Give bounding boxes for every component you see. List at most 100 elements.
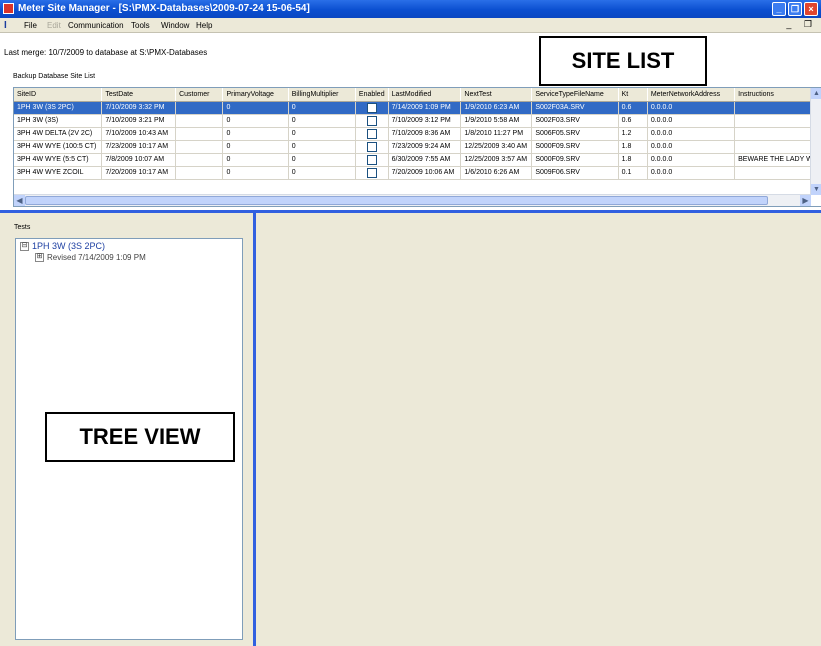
column-header-meternetworkaddress[interactable]: MeterNetworkAddress xyxy=(647,88,736,102)
cell-billingmultiplier[interactable]: 0 xyxy=(288,166,356,180)
cell-siteid[interactable]: 3PH 4W WYE (5:5 CT) xyxy=(14,153,103,167)
column-header-billingmultiplier[interactable]: BillingMultiplier xyxy=(288,88,356,102)
cell-primaryvoltage[interactable]: 0 xyxy=(222,114,289,128)
cell-instructions[interactable] xyxy=(734,140,821,154)
cell-lastmodified[interactable]: 7/14/2009 1:09 PM xyxy=(388,101,462,115)
scroll-down-icon[interactable]: ▼ xyxy=(811,184,821,195)
cell-meternetworkaddress[interactable]: 0.0.0.0 xyxy=(647,101,736,115)
cell-customer[interactable] xyxy=(175,101,224,115)
cell-lastmodified[interactable]: 7/23/2009 9:24 AM xyxy=(388,140,462,154)
column-header-customer[interactable]: Customer xyxy=(175,88,224,102)
cell-servicetypefilename[interactable]: S002F03.SRV xyxy=(531,114,619,128)
cell-testdate[interactable]: 7/8/2009 10:07 AM xyxy=(101,153,177,167)
menu-help[interactable]: Help xyxy=(196,21,212,30)
mdi-document-icon[interactable]: I xyxy=(4,20,7,31)
cell-kt[interactable]: 1.8 xyxy=(618,140,648,154)
cell-meternetworkaddress[interactable]: 0.0.0.0 xyxy=(647,127,736,141)
column-header-instructions[interactable]: Instructions xyxy=(734,88,821,102)
cell-kt[interactable]: 1.8 xyxy=(618,153,648,167)
cell-kt[interactable]: 0.1 xyxy=(618,166,648,180)
cell-instructions[interactable] xyxy=(734,101,821,115)
enabled-checkbox[interactable] xyxy=(366,154,377,165)
scroll-right-icon[interactable]: ▶ xyxy=(800,195,811,206)
cell-lastmodified[interactable]: 6/30/2009 7:55 AM xyxy=(388,153,462,167)
cell-primaryvoltage[interactable]: 0 xyxy=(222,127,289,141)
cell-kt[interactable]: 1.2 xyxy=(618,127,648,141)
close-button[interactable]: × xyxy=(804,2,818,16)
enabled-checkbox[interactable] xyxy=(366,102,377,113)
table-row[interactable]: 1PH 3W (3S) 7/10/2009 3:21 PM 0 0 7/10/2… xyxy=(14,114,821,128)
table-row[interactable]: 3PH 4W WYE (5:5 CT) 7/8/2009 10:07 AM 0 … xyxy=(14,153,821,167)
cell-testdate[interactable]: 7/10/2009 3:32 PM xyxy=(101,101,177,115)
menu-tools[interactable]: Tools xyxy=(131,21,150,30)
cell-meternetworkaddress[interactable]: 0.0.0.0 xyxy=(647,166,736,180)
menu-communication[interactable]: Communication xyxy=(68,21,124,30)
cell-instructions[interactable] xyxy=(734,114,821,128)
column-header-primaryvoltage[interactable]: PrimaryVoltage xyxy=(222,88,289,102)
mdi-child-controls[interactable]: _ ❐ xyxy=(786,19,817,30)
cell-siteid[interactable]: 3PH 4W WYE ZCOIL xyxy=(14,166,103,180)
minimize-button[interactable]: _ xyxy=(772,2,786,16)
cell-servicetypefilename[interactable]: S000F09.SRV xyxy=(531,140,619,154)
cell-lastmodified[interactable]: 7/20/2009 10:06 AM xyxy=(388,166,462,180)
column-header-servicetypefilename[interactable]: ServiceTypeFileName xyxy=(531,88,619,102)
tree-node-root[interactable]: ⊟ 1PH 3W (3S 2PC) xyxy=(20,241,105,252)
cell-nexttest[interactable]: 12/25/2009 3:57 AM xyxy=(460,153,533,167)
scroll-up-icon[interactable]: ▲ xyxy=(811,88,821,99)
cell-siteid[interactable]: 3PH 4W DELTA (2V 2C) xyxy=(14,127,103,141)
menu-file[interactable]: File xyxy=(24,21,37,30)
column-header-nexttest[interactable]: NextTest xyxy=(460,88,533,102)
cell-meternetworkaddress[interactable]: 0.0.0.0 xyxy=(647,153,736,167)
app-icon[interactable] xyxy=(3,3,14,14)
cell-billingmultiplier[interactable]: 0 xyxy=(288,101,356,115)
horizontal-scrollbar[interactable]: ◀ ▶ xyxy=(14,194,811,206)
cell-instructions[interactable] xyxy=(734,166,821,180)
cell-servicetypefilename[interactable]: S009F06.SRV xyxy=(531,166,619,180)
table-row[interactable]: 3PH 4W WYE (100:5 CT) 7/23/2009 10:17 AM… xyxy=(14,140,821,154)
column-header-kt[interactable]: Kt xyxy=(618,88,648,102)
scroll-left-icon[interactable]: ◀ xyxy=(14,195,25,206)
cell-meternetworkaddress[interactable]: 0.0.0.0 xyxy=(647,114,736,128)
enabled-checkbox[interactable] xyxy=(366,128,377,139)
cell-testdate[interactable]: 7/10/2009 10:43 AM xyxy=(101,127,177,141)
cell-kt[interactable]: 0.6 xyxy=(618,101,648,115)
site-list-grid[interactable]: SiteID TestDate Customer PrimaryVoltage … xyxy=(13,87,821,207)
title-bar[interactable]: Meter Site Manager - [S:\PMX-Databases\2… xyxy=(0,0,821,18)
cell-lastmodified[interactable]: 7/10/2009 8:36 AM xyxy=(388,127,462,141)
cell-customer[interactable] xyxy=(175,114,224,128)
expand-icon[interactable]: ⊞ xyxy=(35,253,44,263)
column-header-siteid[interactable]: SiteID xyxy=(14,88,103,102)
cell-testdate[interactable]: 7/23/2009 10:17 AM xyxy=(101,140,177,154)
cell-siteid[interactable]: 1PH 3W (3S) xyxy=(14,114,103,128)
column-header-testdate[interactable]: TestDate xyxy=(101,88,177,102)
cell-testdate[interactable]: 7/20/2009 10:17 AM xyxy=(101,166,177,180)
cell-customer[interactable] xyxy=(175,166,224,180)
table-row[interactable]: 3PH 4W WYE ZCOIL 7/20/2009 10:17 AM 0 0 … xyxy=(14,166,821,180)
cell-servicetypefilename[interactable]: S006F05.SRV xyxy=(531,127,619,141)
column-header-enabled[interactable]: Enabled xyxy=(355,88,389,102)
tree-node-child[interactable]: ⊞ Revised 7/14/2009 1:09 PM xyxy=(35,253,146,263)
cell-testdate[interactable]: 7/10/2009 3:21 PM xyxy=(101,114,177,128)
cell-customer[interactable] xyxy=(175,153,224,167)
cell-customer[interactable] xyxy=(175,127,224,141)
cell-primaryvoltage[interactable]: 0 xyxy=(222,153,289,167)
cell-instructions[interactable] xyxy=(734,127,821,141)
cell-nexttest[interactable]: 1/8/2010 11:27 PM xyxy=(460,127,533,141)
cell-customer[interactable] xyxy=(175,140,224,154)
cell-nexttest[interactable]: 12/25/2009 3:40 AM xyxy=(460,140,533,154)
vertical-scrollbar[interactable]: ▲ ▼ xyxy=(810,88,821,195)
cell-instructions[interactable]: BEWARE THE LADY WI xyxy=(734,153,821,167)
cell-primaryvoltage[interactable]: 0 xyxy=(222,166,289,180)
collapse-icon[interactable]: ⊟ xyxy=(20,242,29,252)
restore-button[interactable]: ❐ xyxy=(788,2,802,16)
menu-window[interactable]: Window xyxy=(161,21,189,30)
enabled-checkbox[interactable] xyxy=(366,167,377,178)
cell-nexttest[interactable]: 1/9/2010 5:58 AM xyxy=(460,114,533,128)
cell-billingmultiplier[interactable]: 0 xyxy=(288,127,356,141)
cell-primaryvoltage[interactable]: 0 xyxy=(222,140,289,154)
tree-node-label[interactable]: 1PH 3W (3S 2PC) xyxy=(32,241,105,251)
cell-lastmodified[interactable]: 7/10/2009 3:12 PM xyxy=(388,114,462,128)
scrollbar-thumb[interactable] xyxy=(25,196,768,205)
cell-siteid[interactable]: 3PH 4W WYE (100:5 CT) xyxy=(14,140,103,154)
table-row[interactable]: 3PH 4W DELTA (2V 2C) 7/10/2009 10:43 AM … xyxy=(14,127,821,141)
